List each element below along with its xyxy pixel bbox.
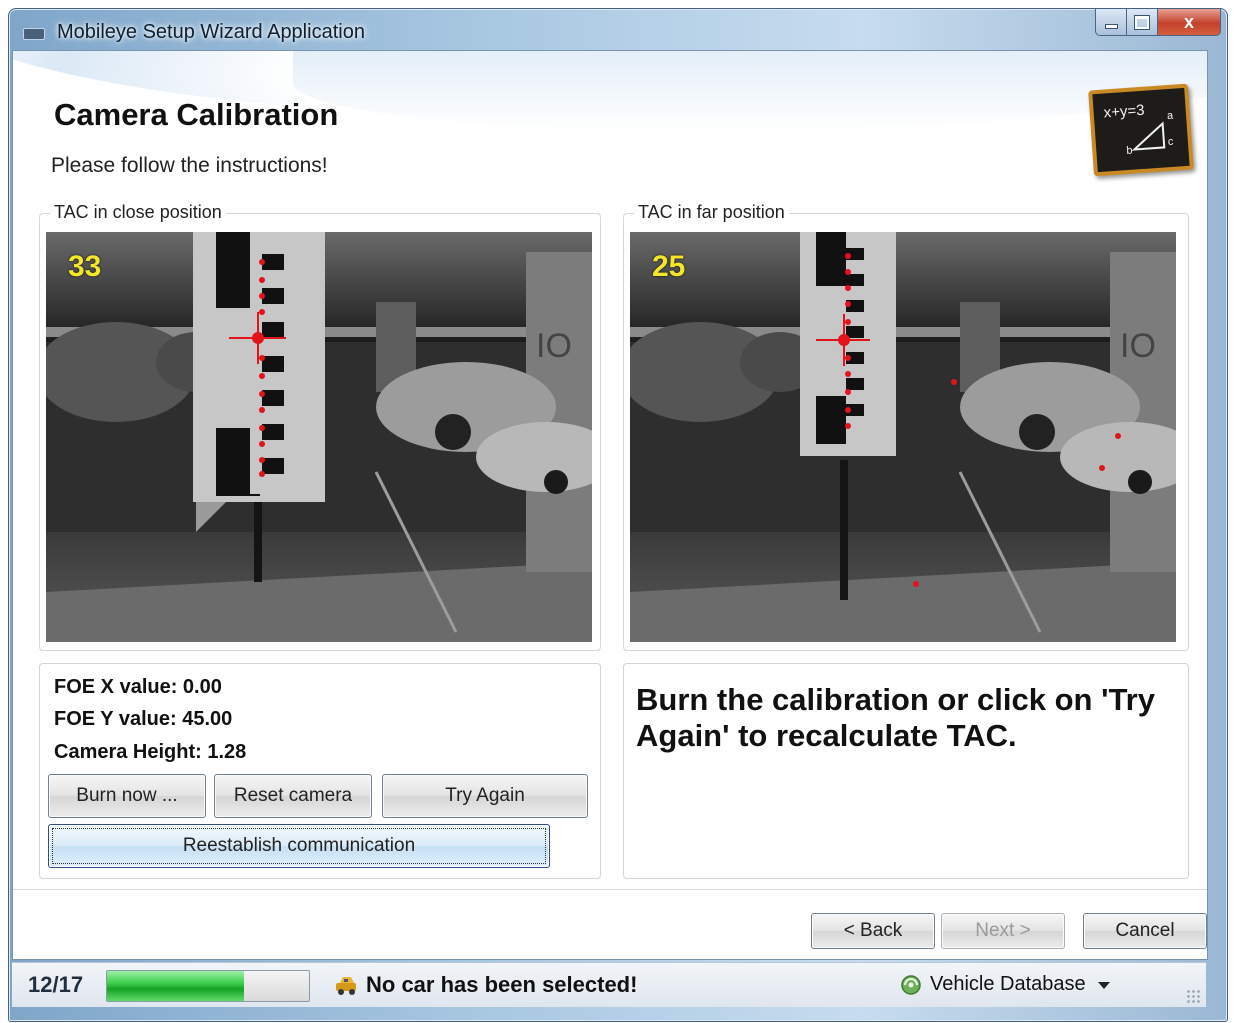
maximize-button[interactable]: [1127, 9, 1158, 36]
next-button[interactable]: Next >: [941, 913, 1065, 949]
calibration-values-group: FOE X value: 0.00 FOE Y value: 45.00 Cam…: [39, 663, 601, 879]
camera-height-value: Camera Height: 1.28: [54, 741, 247, 763]
no-car-message: No car has been selected!: [366, 972, 638, 997]
formula-text: x+y=3: [1103, 102, 1145, 122]
svg-text:c: c: [1167, 136, 1174, 148]
close-button[interactable]: x: [1158, 9, 1221, 36]
minimize-button[interactable]: [1095, 9, 1127, 36]
chevron-down-icon[interactable]: [1098, 982, 1110, 989]
header-gradient-decoration: [293, 51, 1207, 131]
close-icon: x: [1183, 11, 1194, 32]
car-warning-icon: [336, 977, 356, 995]
resize-grip-icon[interactable]: [1186, 989, 1200, 1003]
foe-x-value: FOE X value: 0.00: [54, 676, 222, 698]
close-camera-view: IO 33: [46, 232, 592, 642]
maximize-icon: [1134, 14, 1150, 30]
far-position-group: TAC in far position IO 25: [623, 202, 1189, 651]
svg-text:IO: IO: [1120, 327, 1156, 365]
close-position-label: TAC in close position: [50, 202, 226, 223]
cancel-button[interactable]: Cancel: [1083, 913, 1207, 949]
far-position-label: TAC in far position: [634, 202, 789, 223]
svg-text:b: b: [1126, 145, 1133, 157]
reset-camera-button[interactable]: Reset camera: [214, 774, 372, 818]
far-frame-number: 25: [652, 250, 686, 283]
vehicle-database-icon[interactable]: [900, 974, 922, 996]
chalkboard-formula-icon: x+y=3 b c a: [1088, 83, 1194, 177]
back-button[interactable]: < Back: [811, 913, 935, 949]
svg-text:a: a: [1167, 110, 1175, 122]
instructions-text: Burn the calibration or click on 'Try Ag…: [636, 682, 1155, 753]
wizard-progress-bar: [106, 970, 310, 1002]
instructions-group: Burn the calibration or click on 'Try Ag…: [623, 663, 1189, 879]
minimize-icon: [1104, 23, 1118, 29]
reestablish-communication-button[interactable]: Reestablish communication: [48, 824, 550, 868]
status-bar: 12/17 No car has been selected! Vehicle …: [12, 962, 1206, 1007]
wizard-page: Camera Calibration Please follow the ins…: [12, 50, 1208, 960]
step-counter: 12/17: [28, 972, 84, 997]
app-icon: [23, 28, 45, 40]
window-title: Mobileye Setup Wizard Application: [57, 21, 365, 43]
svg-text:IO: IO: [536, 327, 572, 365]
close-frame-number: 33: [68, 250, 102, 283]
burn-now-button[interactable]: Burn now ...: [48, 774, 206, 818]
window-controls: x: [1095, 9, 1221, 37]
try-again-button[interactable]: Try Again: [382, 774, 588, 818]
page-title: Camera Calibration: [54, 97, 339, 132]
page-subtitle: Please follow the instructions!: [51, 154, 328, 177]
progress-fill: [107, 971, 245, 1001]
far-camera-view: IO 25: [630, 232, 1176, 642]
foe-y-value: FOE Y value: 45.00: [54, 708, 233, 730]
close-position-group: TAC in close position IO 33: [39, 202, 601, 651]
vehicle-database-dropdown[interactable]: Vehicle Database: [930, 973, 1086, 996]
footer-separator: [13, 889, 1207, 890]
